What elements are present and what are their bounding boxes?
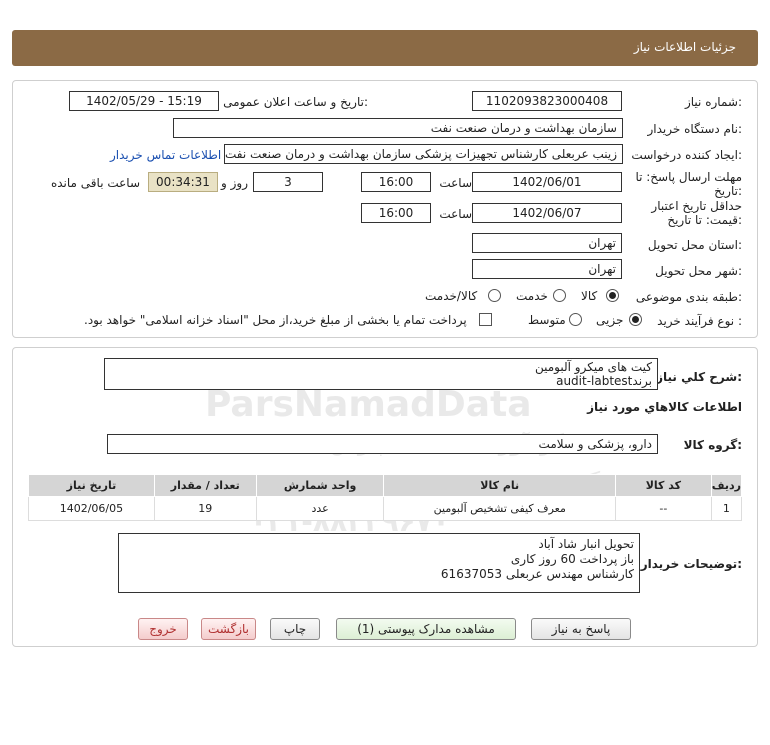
buyer-notes-box: تحویل انبار شاد آباد باز پرداخت 60 روز ک… [118,533,640,593]
requester-field: زینب عربعلی کارشناس تجهیزات پزشکی سازمان… [224,144,623,164]
col-goods-code: کد کالا [614,474,712,497]
remaining-label: ساعت باقی مانده [50,176,140,190]
announce-datetime-field: 1402/05/29 - 15:19 [69,91,219,111]
process-label-medium: متوسط [528,313,566,327]
payment-note: پرداخت تمام یا بخشی از مبلغ خرید،از محل … [84,313,467,327]
cell-goods-name: معرف کیفی تشخیص آلبومین [383,496,616,521]
general-desc-box: کیت های میکرو آلبومین برندaudit-labtest [104,358,658,390]
goods-group-label: گروه کالا: [683,438,742,452]
page-title: جزئیات اطلاعات نیاز [633,40,736,54]
remaining-timer: 00:34:31 [148,172,218,192]
requester-label: ایجاد کننده درخواست: [631,148,742,162]
delivery-city-field: تهران [472,259,622,279]
reply-date-field: 1402/06/01 [472,172,622,192]
announce-datetime-label: تاریخ و ساعت اعلان عمومی: [223,95,368,109]
col-unit: واحد شمارش [255,474,385,497]
category-radio-goods[interactable] [606,289,619,302]
notes-line-3: کارشناس مهندس عربعلی 61637053 [440,567,634,581]
category-label-service: خدمت [516,289,548,303]
cell-row-number: 1 [710,496,743,521]
reply-days-field: 3 [253,172,323,192]
need-number-field: 1102093823000408 [472,91,622,111]
buyer-org-field: سازمان بهداشت و درمان صنعت نفت [173,118,623,138]
desc-line-1: کیت های میکرو آلبومین [534,360,652,374]
validity-date-field: 1402/06/07 [472,203,622,223]
delivery-province-label: استان محل تحویل: [647,238,742,252]
reply-deadline-label: مهلت ارسال پاسخ: تا تاریخ: [635,170,742,198]
col-row-number: ردیف [710,474,743,497]
category-label-goods: کالا [581,289,598,303]
goods-group-field: دارو، پزشکی و سلامت [107,434,658,454]
validity-time-field: 16:00 [361,203,431,223]
items-table: ردیف کد کالا نام کالا واحد شمارش تعداد /… [28,474,743,521]
process-label-minor: جزیی [596,313,624,327]
table-row[interactable]: 1 -- معرف کیفی تشخیص آلبومین عدد 19 1402… [28,496,743,521]
notes-line-1: تحویل انبار شاد آباد [538,537,634,551]
days-and-label: روز و [221,176,248,190]
purchase-process-label: نوع فرآیند خرید : [657,314,742,328]
buyer-notes-label: توضیحات خریدار: [640,557,742,571]
buyer-org-label: نام دستگاه خریدار: [647,122,743,136]
cell-need-date: 1402/06/05 [28,496,155,521]
page-header: جزئیات اطلاعات نیاز [12,30,758,66]
col-need-date: تاریخ نیاز [28,474,155,497]
print-button[interactable]: چاپ [270,618,320,640]
cell-quantity: 19 [153,496,257,521]
general-desc-label: شرح کلي نياز: [656,370,742,384]
subject-category-label: طبقه بندی موضوعی: [635,290,742,304]
reply-button[interactable]: پاسخ به نیاز [531,618,631,640]
process-radio-minor[interactable] [629,313,642,326]
delivery-city-label: شهر محل تحویل: [655,264,742,278]
category-radio-service[interactable] [553,289,566,302]
price-validity-label: حداقل تاریخ اعتبار قیمت: تا تاریخ: [651,199,742,227]
category-label-goods-service: کالا/خدمت [425,289,478,303]
exit-button[interactable]: خروج [138,618,188,640]
process-radio-medium[interactable] [569,313,582,326]
cell-unit: عدد [255,496,385,521]
payment-checkbox[interactable] [479,313,492,326]
reply-hour-label: ساعت [439,176,472,190]
back-button[interactable]: بازگشت [201,618,256,640]
validity-hour-label: ساعت [439,207,472,221]
delivery-province-field: تهران [472,233,622,253]
desc-line-2: برندaudit-labtest [556,374,652,388]
goods-info-title: اطلاعات کالاهاي مورد نياز [587,400,742,414]
contact-buyer-link[interactable]: اطلاعات تماس خریدار [110,148,221,162]
cell-goods-code: -- [614,496,712,521]
col-goods-name: نام کالا [383,474,616,497]
reply-time-field: 16:00 [361,172,431,192]
view-documents-button[interactable]: مشاهده مدارک پیوستی (1) [336,618,516,640]
need-number-label: شماره نیاز: [684,95,742,109]
table-header-row: ردیف کد کالا نام کالا واحد شمارش تعداد /… [28,474,743,497]
notes-line-2: باز پرداخت 60 روز کاری [510,552,634,566]
category-radio-goods-service[interactable] [488,289,501,302]
col-quantity: تعداد / مقدار [153,474,257,497]
